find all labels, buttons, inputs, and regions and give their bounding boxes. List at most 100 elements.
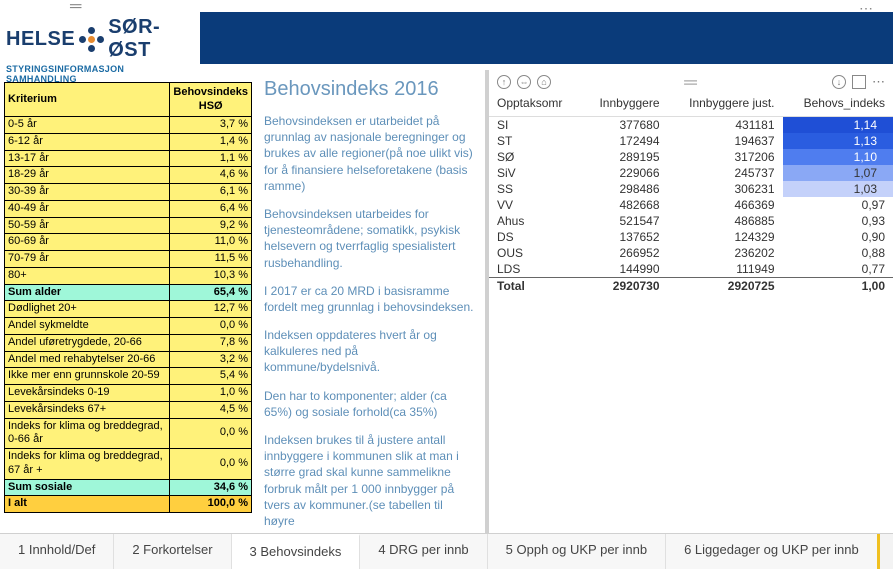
cell-just: 124329 xyxy=(668,229,783,245)
total-idx: 1,00 xyxy=(783,278,893,295)
cell-opptak: VV xyxy=(489,197,581,213)
col-just[interactable]: Innbyggere just. xyxy=(668,92,783,117)
tab-4-drg-per-innb[interactable]: 4 DRG per innb xyxy=(360,534,487,569)
cell-innb: 137652 xyxy=(581,229,667,245)
criteria-val: 0,0 % xyxy=(170,318,252,335)
cell-just: 486885 xyxy=(668,213,783,229)
cell-opptak: SiV xyxy=(489,165,581,181)
desc-p6: Indeksen brukes til å justere antall inn… xyxy=(264,432,475,529)
criteria-label: Ikke mer enn grunnskole 20-59 xyxy=(5,368,170,385)
cell-innb: 289195 xyxy=(581,149,667,165)
criteria-label: Indeks for klima og breddegrad, 67 år + xyxy=(5,449,170,480)
data-table[interactable]: Opptaksomr Innbyggere Innbyggere just. B… xyxy=(489,92,893,294)
cell-opptak: SØ xyxy=(489,149,581,165)
table-row[interactable]: VV4826684663690,97 xyxy=(489,197,893,213)
table-row[interactable]: SS2984863062311,03 xyxy=(489,181,893,197)
criteria-label: Indeks for klima og breddegrad, 0-66 år xyxy=(5,418,170,449)
link-icon[interactable]: ⇔ xyxy=(517,75,531,89)
cell-opptak: DS xyxy=(489,229,581,245)
tab-3-behovsindeks[interactable]: 3 Behovsindeks xyxy=(232,534,361,569)
criteria-val: 12,7 % xyxy=(170,301,252,318)
col-idx[interactable]: Behovs_indeks xyxy=(783,92,893,117)
criteria-label: 0-5 år xyxy=(5,117,170,134)
criteria-label: 50-59 år xyxy=(5,217,170,234)
cell-idx: 0,77 xyxy=(783,261,893,278)
desc-p4: Indeksen oppdateres hvert år og kalkuler… xyxy=(264,327,475,376)
criteria-val: 4,5 % xyxy=(170,401,252,418)
desc-p3: I 2017 er ca 20 MRD i basisramme fordelt… xyxy=(264,283,475,315)
criteria-val: 4,6 % xyxy=(170,167,252,184)
table-row[interactable]: SI3776804311811,14 xyxy=(489,117,893,134)
table-row[interactable]: SØ2891953172061,10 xyxy=(489,149,893,165)
brand-right: SØR-ØST xyxy=(108,16,194,62)
sheet-tabs: 1 Innhold/Def2 Forkortelser3 Behovsindek… xyxy=(0,533,893,569)
drag-handle-icon: ═ xyxy=(70,0,83,16)
cell-opptak: ST xyxy=(489,133,581,149)
criteria-label: 6-12 år xyxy=(5,133,170,150)
col-innbyggere[interactable]: Innbyggere xyxy=(581,92,667,117)
tab-1-innhold/def[interactable]: 1 Innhold/Def xyxy=(0,534,114,569)
header-band xyxy=(200,12,893,64)
table-row[interactable]: LDS1449901119490,77 xyxy=(489,261,893,278)
criteria-val: 7,8 % xyxy=(170,334,252,351)
table-row[interactable]: OUS2669522362020,88 xyxy=(489,245,893,261)
cell-innb: 482668 xyxy=(581,197,667,213)
download-icon[interactable]: ↓ xyxy=(832,75,846,89)
home-icon[interactable]: ⌂ xyxy=(537,75,551,89)
cell-idx: 1,07 xyxy=(783,165,893,181)
criteria-label: Levekårsindeks 67+ xyxy=(5,401,170,418)
cell-innb: 172494 xyxy=(581,133,667,149)
table-row[interactable]: Ahus5215474868850,93 xyxy=(489,213,893,229)
sum-alder-label: Sum alder xyxy=(5,284,170,301)
criteria-val: 6,4 % xyxy=(170,200,252,217)
criteria-label: Andel med rehabytelser 20-66 xyxy=(5,351,170,368)
cell-just: 431181 xyxy=(668,117,783,134)
description-panel: Behovsindeks 2016 Behovsindeksen er utar… xyxy=(260,70,485,533)
criteria-label: Levekårsindeks 0-19 xyxy=(5,385,170,402)
tab-6-liggedager-og-ukp-per-innb[interactable]: 6 Liggedager og UKP per innb xyxy=(666,534,880,569)
pane-drag-handle-icon[interactable]: ═ xyxy=(684,72,699,93)
criteria-val: 0,0 % xyxy=(170,418,252,449)
criteria-val: 11,0 % xyxy=(170,234,252,251)
criteria-label: 80+ xyxy=(5,267,170,284)
cell-opptak: OUS xyxy=(489,245,581,261)
cell-opptak: LDS xyxy=(489,261,581,278)
focus-icon[interactable] xyxy=(852,75,866,89)
criteria-val: 3,2 % xyxy=(170,351,252,368)
cell-innb: 144990 xyxy=(581,261,667,278)
criteria-val: 11,5 % xyxy=(170,251,252,268)
brand-left: HELSE xyxy=(6,28,75,51)
tab-5-opph-og-ukp-per-innb[interactable]: 5 Opph og UKP per innb xyxy=(488,534,666,569)
up-arrow-icon[interactable]: ↑ xyxy=(497,75,511,89)
table-row[interactable]: DS1376521243290,90 xyxy=(489,229,893,245)
pane-more-icon[interactable]: ⋯ xyxy=(872,74,885,90)
cell-idx: 0,88 xyxy=(783,245,893,261)
criteria-val: 0,0 % xyxy=(170,449,252,480)
criteria-label: 60-69 år xyxy=(5,234,170,251)
cell-idx: 1,10 xyxy=(783,149,893,165)
cell-idx: 1,13 xyxy=(783,133,893,149)
table-row[interactable]: SiV2290662457371,07 xyxy=(489,165,893,181)
col-opptak[interactable]: Opptaksomr xyxy=(489,92,581,117)
cell-opptak: SS xyxy=(489,181,581,197)
more-icon[interactable]: ⋯ xyxy=(859,0,873,12)
col-kriterium: Kriterium xyxy=(5,83,170,117)
cell-just: 306231 xyxy=(668,181,783,197)
cell-innb: 229066 xyxy=(581,165,667,181)
cell-idx: 0,97 xyxy=(783,197,893,213)
cell-just: 236202 xyxy=(668,245,783,261)
cell-just: 466369 xyxy=(668,197,783,213)
cell-idx: 1,03 xyxy=(783,181,893,197)
criteria-table: Kriterium Behovsindeks HSØ 0-5 år3,7 %6-… xyxy=(4,82,252,513)
criteria-val: 9,2 % xyxy=(170,217,252,234)
criteria-val: 6,1 % xyxy=(170,184,252,201)
col-indeks: Behovsindeks HSØ xyxy=(170,83,252,117)
total-label: Total xyxy=(489,278,581,295)
cell-opptak: Ahus xyxy=(489,213,581,229)
criteria-label: 40-49 år xyxy=(5,200,170,217)
logo-dots-icon xyxy=(79,27,104,52)
desc-p1: Behovsindeksen er utarbeidet på grunnlag… xyxy=(264,113,475,194)
tab-2-forkortelser[interactable]: 2 Forkortelser xyxy=(114,534,231,569)
desc-p2: Behovsindeksen utarbeides for tjenesteom… xyxy=(264,206,475,271)
table-row[interactable]: ST1724941946371,13 xyxy=(489,133,893,149)
